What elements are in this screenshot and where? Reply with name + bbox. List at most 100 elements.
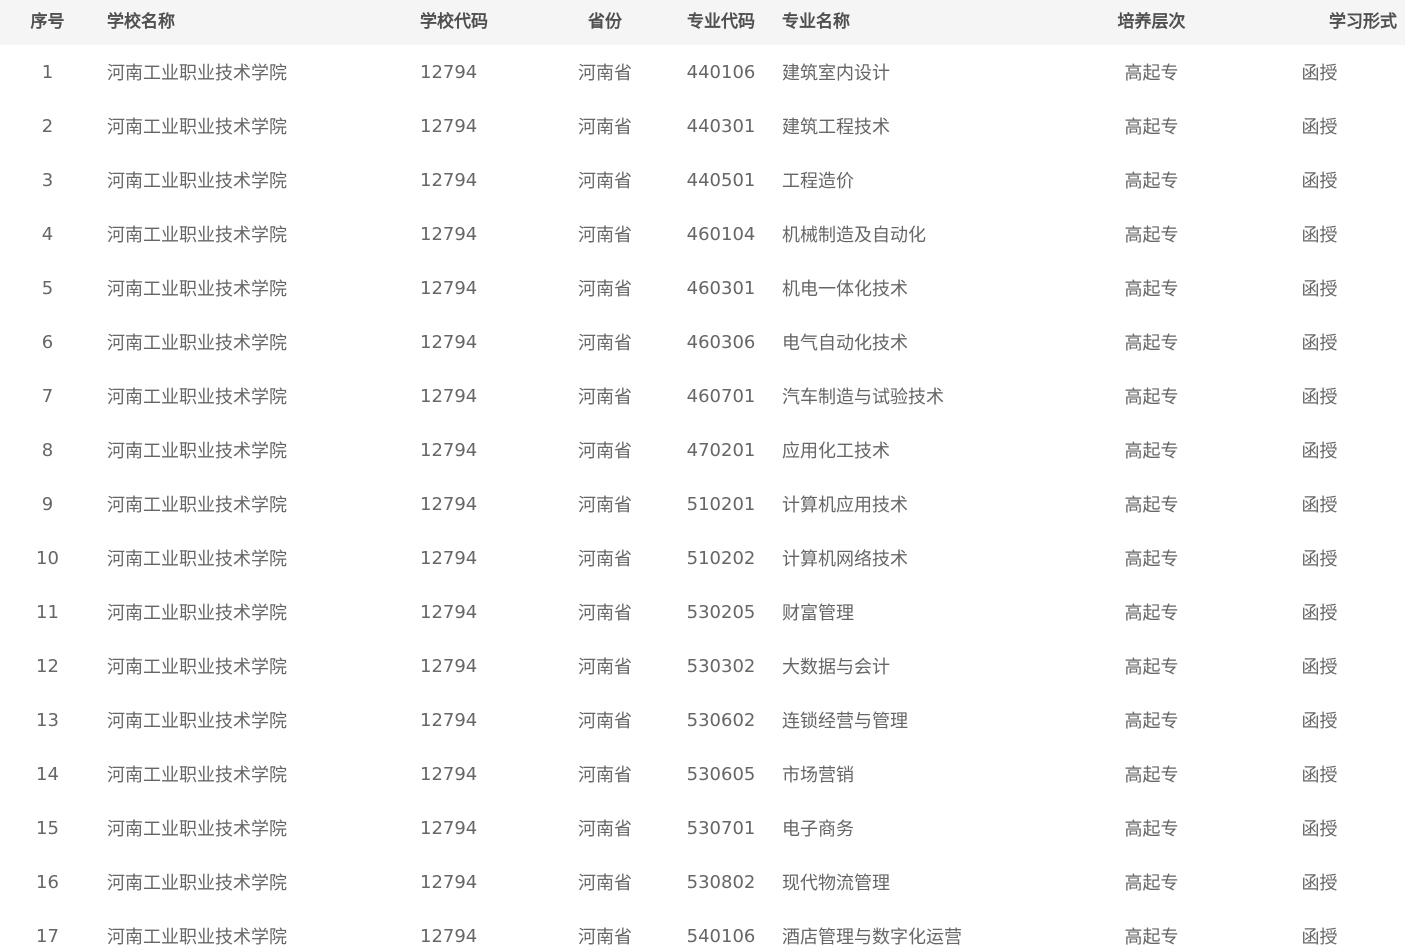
cell-province: 河南省 — [578, 495, 632, 516]
header-major-code: 专业代码 — [687, 12, 755, 32]
cell-province: 河南省 — [578, 225, 632, 246]
cell-school-name: 河南工业职业技术学院 — [107, 63, 287, 84]
cell-school-code: 12794 — [420, 709, 478, 731]
cell-level: 高起专 — [1124, 441, 1179, 462]
cell-spacer — [95, 693, 107, 747]
cell-school-code: 12794 — [420, 601, 478, 623]
header-major-name: 专业名称 — [782, 12, 850, 32]
cell-school-name: 河南工业职业技术学院 — [107, 927, 287, 948]
cell-province: 河南省 — [578, 549, 632, 570]
cell-major-name: 汽车制造与试验技术 — [782, 387, 944, 408]
cell-major-code: 440301 — [686, 115, 756, 137]
cell-province: 河南省 — [578, 819, 632, 840]
cell-school-name: 河南工业职业技术学院 — [107, 549, 287, 570]
cell-school-code: 12794 — [420, 817, 478, 839]
cell-major-code: 460104 — [686, 223, 756, 245]
cell-index: 1 — [41, 61, 54, 83]
cell-major-code: 470201 — [686, 439, 756, 461]
cell-study-form: 函授 — [1301, 63, 1338, 84]
cell-study-form: 函授 — [1301, 819, 1338, 840]
cell-spacer — [95, 747, 107, 801]
cell-school-name: 河南工业职业技术学院 — [107, 765, 287, 786]
cell-major-code: 440106 — [686, 61, 756, 83]
cell-province: 河南省 — [578, 711, 632, 732]
cell-major-code: 530605 — [686, 763, 756, 785]
cell-major-name: 大数据与会计 — [782, 657, 890, 678]
cell-spacer — [95, 801, 107, 855]
cell-spacer — [95, 909, 107, 949]
cell-level: 高起专 — [1124, 603, 1179, 624]
header-school-name: 学校名称 — [107, 12, 175, 32]
cell-index: 3 — [41, 169, 54, 191]
cell-study-form: 函授 — [1301, 495, 1338, 516]
cell-school-name: 河南工业职业技术学院 — [107, 441, 287, 462]
cell-school-name: 河南工业职业技术学院 — [107, 225, 287, 246]
cell-index: 5 — [41, 277, 54, 299]
cell-major-name: 电子商务 — [782, 819, 854, 840]
table-row: 17 河南工业职业技术学院 12794 河南省 540106 酒店管理与数字化运营 高起专 函… — [0, 909, 1405, 949]
cell-spacer — [95, 369, 107, 423]
cell-index: 6 — [41, 331, 54, 353]
cell-province: 河南省 — [578, 441, 632, 462]
cell-major-code: 510201 — [686, 493, 756, 515]
cell-level: 高起专 — [1124, 765, 1179, 786]
cell-school-code: 12794 — [420, 547, 478, 569]
cell-province: 河南省 — [578, 333, 632, 354]
cell-level: 高起专 — [1124, 819, 1179, 840]
cell-school-code: 12794 — [420, 439, 478, 461]
cell-school-name: 河南工业职业技术学院 — [107, 603, 287, 624]
cell-school-name: 河南工业职业技术学院 — [107, 819, 287, 840]
cell-major-name: 电气自动化技术 — [782, 333, 908, 354]
cell-level: 高起专 — [1124, 495, 1179, 516]
cell-school-code: 12794 — [420, 61, 478, 83]
cell-index: 4 — [41, 223, 54, 245]
cell-province: 河南省 — [578, 603, 632, 624]
table-row: 16 河南工业职业技术学院 12794 河南省 530802 现代物流管理 高起专 函授 — [0, 855, 1405, 909]
cell-index: 13 — [36, 709, 59, 731]
table-body: 1 河南工业职业技术学院 12794 河南省 440106 建筑室内设计 高起专 函授 2 河南工… — [0, 45, 1405, 949]
cell-level: 高起专 — [1124, 387, 1179, 408]
cell-study-form: 函授 — [1301, 873, 1338, 894]
cell-school-name: 河南工业职业技术学院 — [107, 279, 287, 300]
cell-school-name: 河南工业职业技术学院 — [107, 873, 287, 894]
cell-school-name: 河南工业职业技术学院 — [107, 333, 287, 354]
cell-school-code: 12794 — [420, 385, 478, 407]
cell-major-code: 460701 — [686, 385, 756, 407]
table-row: 5 河南工业职业技术学院 12794 河南省 460301 机电一体化技术 高起专 函授 — [0, 261, 1405, 315]
cell-index: 7 — [41, 385, 54, 407]
cell-major-code: 440501 — [686, 169, 756, 191]
cell-major-name: 机械制造及自动化 — [782, 225, 926, 246]
cell-spacer — [95, 45, 107, 99]
cell-spacer — [95, 423, 107, 477]
cell-major-name: 应用化工技术 — [782, 441, 890, 462]
cell-school-name: 河南工业职业技术学院 — [107, 495, 287, 516]
cell-spacer — [95, 261, 107, 315]
cell-school-code: 12794 — [420, 763, 478, 785]
cell-index: 12 — [36, 655, 59, 677]
cell-level: 高起专 — [1124, 873, 1179, 894]
cell-study-form: 函授 — [1301, 927, 1338, 948]
cell-province: 河南省 — [578, 927, 632, 948]
cell-spacer — [95, 153, 107, 207]
cell-study-form: 函授 — [1301, 171, 1338, 192]
cell-province: 河南省 — [578, 387, 632, 408]
cell-spacer — [95, 315, 107, 369]
cell-major-code: 530602 — [686, 709, 756, 731]
table-row: 6 河南工业职业技术学院 12794 河南省 460306 电气自动化技术 高起专 函授 — [0, 315, 1405, 369]
cell-major-name: 工程造价 — [782, 171, 854, 192]
cell-index: 14 — [36, 763, 59, 785]
cell-province: 河南省 — [578, 279, 632, 300]
cell-level: 高起专 — [1124, 333, 1179, 354]
cell-level: 高起专 — [1124, 171, 1179, 192]
table-row: 7 河南工业职业技术学院 12794 河南省 460701 汽车制造与试验技术 高起专 函授 — [0, 369, 1405, 423]
cell-index: 15 — [36, 817, 59, 839]
cell-major-code: 530302 — [686, 655, 756, 677]
cell-school-code: 12794 — [420, 493, 478, 515]
cell-level: 高起专 — [1124, 63, 1179, 84]
table-header-row: 序号 学校名称 学校代码 省份 专业代码 专业名称 培养层次 学习形式 — [0, 0, 1405, 45]
table-row: 11 河南工业职业技术学院 12794 河南省 530205 财富管理 高起专 函授 — [0, 585, 1405, 639]
cell-study-form: 函授 — [1301, 279, 1338, 300]
cell-level: 高起专 — [1124, 927, 1179, 948]
cell-province: 河南省 — [578, 873, 632, 894]
cell-school-code: 12794 — [420, 331, 478, 353]
